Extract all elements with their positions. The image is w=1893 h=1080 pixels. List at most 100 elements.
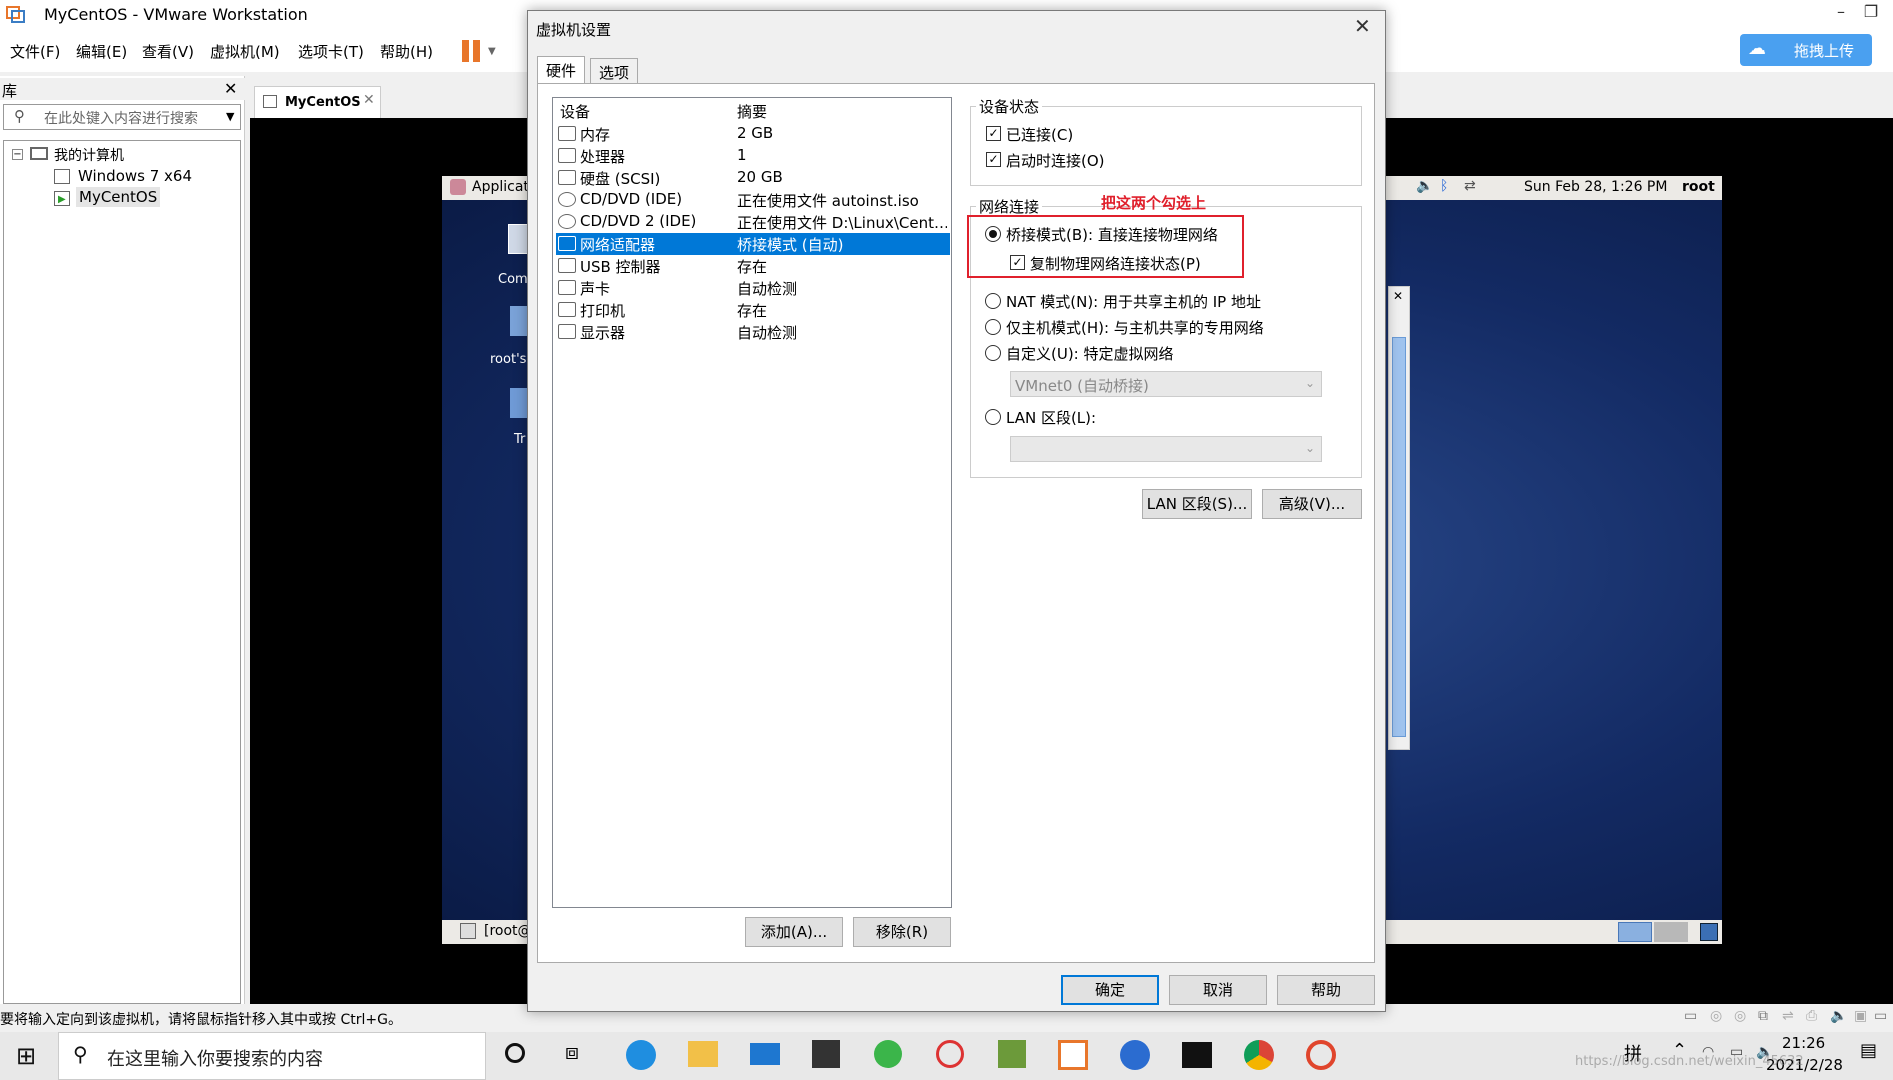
host-only-radio[interactable]: [985, 319, 1001, 335]
close-icon[interactable]: ✕: [224, 79, 237, 98]
notification-icon[interactable]: ▤: [1860, 1040, 1877, 1061]
chevron-down-icon[interactable]: ▼: [488, 46, 496, 57]
lan-segment-radio[interactable]: [985, 409, 1001, 425]
taskbar-search[interactable]: ⚲ 在这里输入你要搜索的内容: [58, 1032, 486, 1080]
cancel-button[interactable]: 取消: [1169, 975, 1267, 1005]
device-row-cdrom2[interactable]: CD/DVD 2 (IDE) 正在使用文件 D:\Linux\Cent…: [556, 211, 950, 233]
device-row-printer[interactable]: 打印机 存在: [556, 299, 950, 321]
tree-vm-windows7[interactable]: Windows 7 x64: [78, 167, 192, 185]
usb-icon[interactable]: ⇌: [1782, 1008, 1794, 1024]
tree-root-label[interactable]: 我的计算机: [54, 145, 124, 165]
device-row-sound[interactable]: 声卡 自动检测: [556, 277, 950, 299]
restore-button[interactable]: ❐: [1856, 2, 1886, 21]
terminal-icon[interactable]: [1182, 1042, 1212, 1068]
menu-edit[interactable]: 编辑(E): [76, 41, 127, 62]
menu-file[interactable]: 文件(F): [10, 41, 60, 62]
vmware-taskbar-icon[interactable]: [1058, 1040, 1088, 1070]
ok-button[interactable]: 确定: [1061, 975, 1159, 1005]
lan-segments-button[interactable]: LAN 区段(S)...: [1142, 489, 1252, 519]
cdrom-icon[interactable]: ◎: [1734, 1008, 1746, 1024]
device-row-display[interactable]: 显示器 自动检测: [556, 321, 950, 343]
harddisk-icon[interactable]: ▭: [1684, 1008, 1697, 1024]
device-name: 声卡: [580, 280, 611, 298]
device-row-cpu[interactable]: 处理器 1: [556, 145, 950, 167]
app-icon[interactable]: [1120, 1040, 1150, 1070]
guest-user[interactable]: root: [1682, 179, 1715, 195]
menu-view[interactable]: 查看(V): [142, 41, 194, 62]
connect-at-power-on-label[interactable]: 启动时连接(O): [1006, 150, 1105, 171]
nat-label[interactable]: NAT 模式(N): 用于共享主机的 IP 地址: [1006, 291, 1261, 312]
remove-device-button[interactable]: 移除(R): [853, 917, 951, 947]
tab-hardware[interactable]: 硬件: [537, 56, 586, 84]
menu-vm[interactable]: 虚拟机(M): [210, 41, 280, 62]
task-view-icon[interactable]: ⧈: [565, 1040, 579, 1065]
cortana-icon[interactable]: [505, 1043, 525, 1063]
connect-at-power-on-checkbox[interactable]: ✓: [986, 152, 1001, 167]
guest-scrollbar[interactable]: ✕: [1388, 286, 1410, 750]
printer-icon[interactable]: ⎙: [1806, 1008, 1817, 1024]
lan-segment-label[interactable]: LAN 区段(L):: [1006, 407, 1096, 428]
browser-360-icon[interactable]: [874, 1040, 902, 1068]
network-icon[interactable]: ⇄: [1464, 178, 1476, 194]
menu-tabs[interactable]: 选项卡(T): [298, 41, 364, 62]
custom-radio[interactable]: [985, 345, 1001, 361]
advanced-button[interactable]: 高级(V)...: [1262, 489, 1362, 519]
tab-mycentos[interactable]: MyCentOS ✕: [254, 86, 381, 118]
guest-task-item[interactable]: [root@: [484, 923, 532, 939]
camera-icon[interactable]: ▣: [1854, 1008, 1867, 1024]
library-search[interactable]: ⚲ 在此处键入内容进行搜索 ▼: [3, 104, 241, 130]
upload-button[interactable]: ☁ 拖拽上传: [1740, 34, 1872, 66]
device-row-harddisk[interactable]: 硬盘 (SCSI) 20 GB: [556, 167, 950, 189]
host-only-label[interactable]: 仅主机模式(H): 与主机共享的专用网络: [1006, 317, 1264, 338]
tab-options[interactable]: 选项: [590, 58, 639, 84]
guest-clock[interactable]: Sun Feb 28, 1:26 PM: [1524, 179, 1667, 195]
bluetooth-icon[interactable]: ᛒ: [1440, 178, 1448, 194]
cdrom-icon[interactable]: ◎: [1710, 1008, 1722, 1024]
nat-radio[interactable]: [985, 293, 1001, 309]
bridged-radio[interactable]: [985, 226, 1001, 242]
device-row-network[interactable]: 网络适配器 桥接模式 (自动): [556, 233, 950, 255]
chrome-icon[interactable]: [1244, 1040, 1274, 1070]
device-row-usb[interactable]: USB 控制器 存在: [556, 255, 950, 277]
sound-icon[interactable]: 🔈: [1830, 1008, 1847, 1024]
guest-applications-menu[interactable]: Applicat: [472, 179, 529, 195]
workspace-1[interactable]: [1618, 922, 1652, 942]
pause-button[interactable]: [462, 40, 482, 62]
add-device-button[interactable]: 添加(A)...: [745, 917, 843, 947]
connected-checkbox[interactable]: ✓: [986, 126, 1001, 141]
notepad-icon[interactable]: [998, 1040, 1026, 1068]
close-icon[interactable]: ✕: [1393, 289, 1403, 303]
scroll-thumb[interactable]: [1392, 337, 1406, 737]
collapse-icon[interactable]: −: [12, 149, 23, 160]
volume-icon[interactable]: 🔈: [1416, 178, 1433, 194]
taskbar-time[interactable]: 21:26: [1782, 1034, 1825, 1052]
column-summary[interactable]: 摘要: [737, 101, 767, 122]
store-icon[interactable]: [812, 1040, 840, 1068]
minimize-button[interactable]: –: [1826, 2, 1856, 21]
edge-icon[interactable]: [626, 1040, 656, 1070]
bridged-label[interactable]: 桥接模式(B): 直接连接物理网络: [1006, 224, 1218, 245]
replicate-state-label[interactable]: 复制物理网络连接状态(P): [1030, 253, 1201, 274]
connected-label[interactable]: 已连接(C): [1006, 124, 1073, 145]
close-icon[interactable]: ✕: [363, 92, 375, 108]
help-button[interactable]: 帮助: [1277, 975, 1375, 1005]
app-spiral-icon[interactable]: [1306, 1040, 1336, 1070]
workspace-2[interactable]: [1654, 922, 1688, 942]
vmware-app-icon: [6, 6, 25, 23]
device-row-cdrom[interactable]: CD/DVD (IDE) 正在使用文件 autoinst.iso: [556, 189, 950, 211]
menu-help[interactable]: 帮助(H): [380, 41, 433, 62]
network-icon[interactable]: ⧉: [1758, 1008, 1768, 1024]
chevron-down-icon[interactable]: ▼: [226, 110, 234, 123]
file-explorer-icon[interactable]: [688, 1041, 718, 1067]
device-row-memory[interactable]: 内存 2 GB: [556, 123, 950, 145]
mail-icon[interactable]: [750, 1043, 780, 1065]
xmind-icon[interactable]: [936, 1040, 964, 1068]
display-icon[interactable]: ▭: [1874, 1008, 1887, 1024]
tree-vm-mycentos[interactable]: MyCentOS: [76, 187, 161, 207]
custom-label[interactable]: 自定义(U): 特定虚拟网络: [1006, 343, 1174, 364]
replicate-state-checkbox[interactable]: ✓: [1010, 255, 1025, 270]
windows-start-icon[interactable]: ⊞: [16, 1042, 36, 1070]
column-device[interactable]: 设备: [560, 101, 590, 122]
close-icon[interactable]: ✕: [1354, 14, 1371, 38]
trash-applet-icon[interactable]: [1700, 923, 1718, 941]
